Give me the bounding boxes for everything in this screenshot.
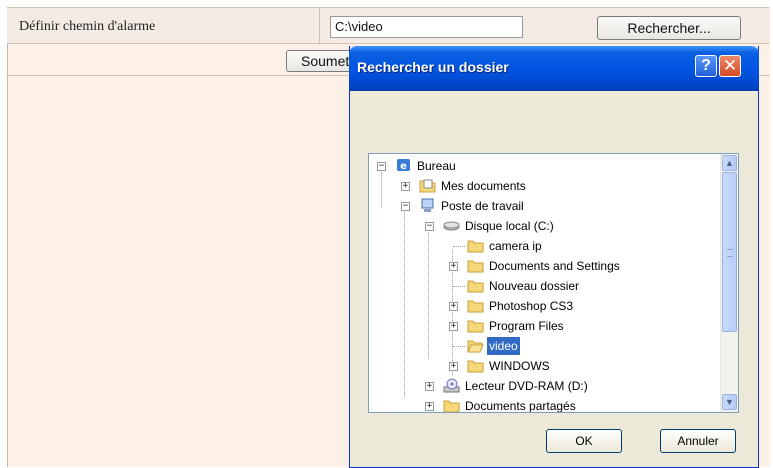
expand-icon[interactable]: + [449, 362, 458, 371]
computer-icon [419, 198, 436, 213]
close-button[interactable]: ✕ [719, 55, 741, 77]
tree-item[interactable]: + Photoshop CS3 [369, 297, 719, 315]
tree-item[interactable]: camera ip [369, 237, 719, 255]
tree-scrollbar[interactable]: ▲ ▼ [720, 154, 738, 412]
folder-documents-icon [419, 178, 436, 193]
scroll-thumb[interactable] [722, 172, 737, 332]
tree-item-label: video [487, 337, 520, 355]
scroll-down-button[interactable]: ▼ [722, 394, 737, 410]
tree-item[interactable]: + Mes documents [369, 177, 719, 195]
collapse-icon[interactable]: − [425, 222, 434, 231]
desktop-icon: e [395, 158, 412, 173]
tree-item[interactable]: − e Bureau [369, 157, 719, 175]
tree-item-label: Documents partagés [465, 399, 576, 413]
label-cell: Définir chemin d'alarme [7, 8, 320, 43]
dialog-title: Rechercher un dossier [357, 59, 509, 75]
folder-icon [443, 398, 460, 412]
expand-icon[interactable]: + [449, 302, 458, 311]
tree-item-label: camera ip [489, 239, 542, 253]
tree-item-label: Program Files [489, 319, 564, 333]
alarm-path-input[interactable]: C:\video [330, 16, 523, 38]
expand-icon[interactable]: + [449, 262, 458, 271]
tree-item-label: Bureau [417, 159, 456, 173]
expand-icon[interactable]: + [425, 402, 434, 411]
tree-item-label: Disque local (C:) [465, 219, 554, 233]
expand-icon[interactable]: + [425, 382, 434, 391]
tree-item[interactable]: + Program Files [369, 317, 719, 335]
ok-button[interactable]: OK [546, 429, 622, 453]
tree-item[interactable]: video [369, 337, 719, 355]
dvd-drive-icon [443, 378, 460, 393]
expand-icon[interactable]: + [401, 182, 410, 191]
scroll-grip [727, 249, 733, 257]
folder-icon [467, 278, 484, 293]
hard-drive-icon [443, 218, 460, 233]
tree-item[interactable]: + Documents and Settings [369, 257, 719, 275]
folder-icon [467, 298, 484, 313]
collapse-icon[interactable]: − [401, 202, 410, 211]
folder-icon [467, 238, 484, 253]
folder-icon [467, 258, 484, 273]
folder-tree[interactable]: ▲ ▼ − e Bureau + Mes documents − Poste de trav… [368, 153, 739, 413]
collapse-icon[interactable]: − [377, 162, 386, 171]
tree-item-label: Poste de travail [441, 199, 524, 213]
tree-line [453, 286, 465, 287]
tree-item[interactable]: + Lecteur DVD-RAM (D:) [369, 377, 719, 395]
tree-item-label: Lecteur DVD-RAM (D:) [465, 379, 588, 393]
tree-item[interactable]: − Poste de travail [369, 197, 719, 215]
tree-item-label: Nouveau dossier [489, 279, 580, 293]
tree-line [453, 346, 465, 347]
expand-icon[interactable]: + [449, 322, 458, 331]
scroll-up-button[interactable]: ▲ [722, 155, 737, 171]
help-button[interactable]: ? [695, 55, 717, 77]
folder-icon [467, 358, 484, 373]
svg-text:e: e [400, 161, 407, 172]
cancel-button[interactable]: Annuler [660, 429, 736, 453]
tree-item-label: Photoshop CS3 [489, 299, 574, 313]
tree-line [453, 246, 465, 247]
tree-item[interactable]: − Disque local (C:) [369, 217, 719, 235]
folder-open-icon [467, 338, 484, 353]
dialog-titlebar[interactable]: Rechercher un dossier ? ✕ [349, 46, 759, 91]
tree-item[interactable]: + Documents partagés [369, 397, 719, 413]
alarm-path-label: Définir chemin d'alarme [19, 19, 156, 34]
tree-item[interactable]: Nouveau dossier [369, 277, 719, 295]
tree-item-label: Documents and Settings [489, 259, 620, 273]
tree-item[interactable]: + WINDOWS [369, 357, 719, 375]
folder-icon [467, 318, 484, 333]
tree-item-label: Mes documents [441, 179, 526, 193]
tree-item-label: WINDOWS [489, 359, 550, 373]
browse-button[interactable]: Rechercher... [597, 16, 741, 40]
